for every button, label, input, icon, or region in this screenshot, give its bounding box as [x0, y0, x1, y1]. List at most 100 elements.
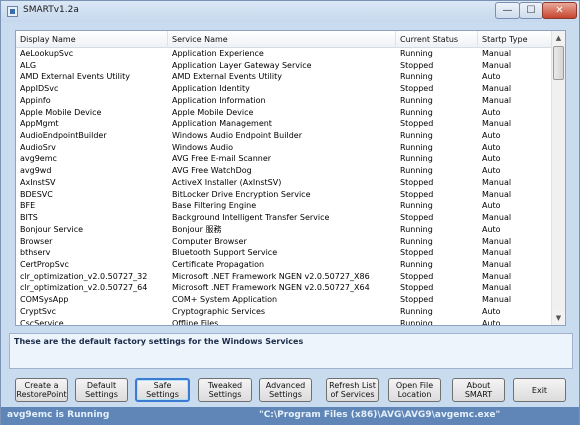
table-row[interactable]: AppMgmt Application Management Stopped Manu…: [16, 118, 552, 130]
cell-service-name: ActiveX Installer (AxInstSV): [172, 177, 282, 187]
column-header-service-name[interactable]: Service Name: [168, 31, 396, 48]
cell-service-name: AVG Free E-mail Scanner: [172, 154, 272, 164]
button-label: About: [466, 381, 491, 390]
cell-current-status: Running: [400, 95, 433, 105]
table-row[interactable]: AMD External Events Utility AMD External …: [16, 71, 552, 83]
cell-startup-type: Manual: [482, 283, 512, 293]
table-row[interactable]: AxInstSV ActiveX Installer (AxInstSV) Stop…: [16, 177, 552, 189]
cell-service-name: Apple Mobile Device: [172, 107, 254, 117]
table-row[interactable]: BFE Base Filtering Engine Running Auto: [16, 200, 552, 212]
cell-current-status: Running: [400, 259, 433, 269]
safe-settings-button[interactable]: Safe Settings: [135, 378, 190, 402]
description-text: These are the default factory settings f…: [9, 333, 573, 369]
scroll-up-icon[interactable]: ▲: [552, 31, 565, 45]
open-file-location-button[interactable]: Open File Location: [388, 378, 441, 402]
button-label: Default: [86, 381, 117, 390]
advanced-settings-button[interactable]: Advanced Settings: [259, 378, 312, 402]
list-header: Display Name Service Name Current Status…: [16, 31, 552, 48]
cell-display-name: bthserv: [20, 248, 51, 258]
status-service-path: "C:\Program Files (x86)\AVG\AVG9\avgemc.…: [259, 410, 501, 420]
table-row[interactable]: clr_optimization_v2.0.50727_32 Microsoft …: [16, 271, 552, 283]
cell-service-name: AMD External Events Utility: [172, 72, 282, 82]
column-header-display-name[interactable]: Display Name: [16, 31, 168, 48]
cell-startup-type: Auto: [482, 72, 501, 82]
window-title: SMARTv1.2a: [23, 5, 79, 15]
cell-startup-type: Auto: [482, 318, 501, 326]
cell-current-status: Stopped: [400, 119, 434, 129]
maximize-button[interactable]: ☐: [519, 2, 543, 19]
cell-service-name: AVG Free WatchDog: [172, 166, 252, 176]
create-restorepoint-button[interactable]: Create a RestorePoint: [15, 378, 68, 402]
cell-display-name: AeLookupSvc: [20, 49, 74, 58]
cell-service-name: Windows Audio Endpoint Builder: [172, 131, 302, 141]
table-row[interactable]: AppIDSvc Application Identity Stopped Manua…: [16, 83, 552, 95]
cell-current-status: Running: [400, 49, 433, 58]
cell-display-name: Bonjour Service: [20, 224, 84, 234]
cell-startup-type: Auto: [482, 306, 501, 316]
cell-display-name: Appinfo: [20, 95, 51, 105]
exit-button[interactable]: Exit: [513, 378, 566, 402]
refresh-list-button[interactable]: Refresh List of Services: [326, 378, 379, 402]
column-header-current-status[interactable]: Current Status: [396, 31, 478, 48]
services-list[interactable]: Display Name Service Name Current Status…: [15, 30, 566, 326]
cell-startup-type: Auto: [482, 131, 501, 141]
minimize-button[interactable]: —: [495, 2, 520, 19]
cell-startup-type: Auto: [482, 224, 501, 234]
title-bar: SMARTv1.2a — ☐ ✕: [1, 1, 579, 22]
status-service-state: avg9emc is Running: [7, 410, 110, 420]
table-row[interactable]: Browser Computer Browser Running Manual: [16, 236, 552, 248]
table-row[interactable]: CscService Offline Files Running Auto: [16, 318, 552, 326]
cell-current-status: Running: [400, 142, 433, 152]
table-row[interactable]: bthserv Bluetooth Support Service Stopped M…: [16, 247, 552, 259]
cell-display-name: BDESVC: [20, 189, 53, 199]
table-row[interactable]: AudioEndpointBuilder Windows Audio Endpoi…: [16, 130, 552, 142]
cell-current-status: Running: [400, 201, 433, 211]
close-button[interactable]: ✕: [542, 2, 577, 19]
table-row[interactable]: BITS Background Intelligent Transfer Serv…: [16, 212, 552, 224]
table-row[interactable]: Apple Mobile Device Apple Mobile Device Ru…: [16, 107, 552, 119]
cell-display-name: BFE: [20, 201, 36, 211]
scroll-thumb[interactable]: [553, 46, 564, 80]
table-row[interactable]: clr_optimization_v2.0.50727_64 Microsoft …: [16, 282, 552, 294]
cell-current-status: Stopped: [400, 271, 434, 281]
table-row[interactable]: ALG Application Layer Gateway Service Stop…: [16, 60, 552, 72]
cell-service-name: Certificate Propagation: [172, 259, 265, 269]
cell-display-name: COMSysApp: [20, 295, 69, 305]
table-row[interactable]: CertPropSvc Certificate Propagation Runnin…: [16, 259, 552, 271]
table-row[interactable]: CryptSvc Cryptographic Services Running Aut…: [16, 306, 552, 318]
table-row[interactable]: avg9wd AVG Free WatchDog Running Auto: [16, 165, 552, 177]
tweaked-settings-button[interactable]: Tweaked Settings: [198, 378, 252, 402]
cell-current-status: Running: [400, 72, 433, 82]
button-label: Exit: [531, 385, 548, 395]
table-row[interactable]: Appinfo Application Information Running Man…: [16, 95, 552, 107]
table-row[interactable]: avg9emc AVG Free E-mail Scanner Running Aut…: [16, 153, 552, 165]
cell-current-status: Stopped: [400, 213, 434, 223]
vertical-scrollbar[interactable]: ▲ ▼: [551, 31, 565, 325]
about-smart-button[interactable]: About SMART: [452, 378, 505, 402]
cell-display-name: Apple Mobile Device: [20, 107, 102, 117]
table-row[interactable]: COMSysApp COM+ System Application Stopped M…: [16, 294, 552, 306]
table-row[interactable]: AudioSrv Windows Audio Running Auto: [16, 142, 552, 154]
column-header-startup-type[interactable]: Startp Type: [478, 31, 552, 48]
table-row[interactable]: BDESVC BitLocker Drive Encryption Service…: [16, 189, 552, 201]
cell-current-status: Running: [400, 224, 433, 234]
scroll-down-icon[interactable]: ▼: [552, 311, 565, 325]
cell-startup-type: Auto: [482, 107, 501, 117]
button-label: Safe Settings: [146, 381, 179, 399]
table-row[interactable]: Bonjour Service Bonjour 服務 Running Auto: [16, 224, 552, 236]
button-label: Location: [397, 390, 432, 399]
cell-current-status: Stopped: [400, 177, 434, 187]
cell-display-name: CryptSvc: [20, 306, 57, 316]
default-settings-button[interactable]: Default Settings: [75, 378, 128, 402]
table-row[interactable]: AeLookupSvc Application Experience Running…: [16, 48, 552, 60]
cell-display-name: avg9wd: [20, 166, 52, 176]
button-label: Settings: [269, 390, 302, 399]
cell-current-status: Running: [400, 166, 433, 176]
cell-service-name: Background Intelligent Transfer Service: [172, 213, 330, 223]
button-label: Settings: [85, 390, 118, 399]
cell-startup-type: Manual: [482, 189, 512, 199]
cell-startup-type: Manual: [482, 177, 512, 187]
cell-startup-type: Manual: [482, 95, 512, 105]
cell-service-name: Microsoft .NET Framework NGEN v2.0.50727…: [172, 271, 370, 281]
cell-current-status: Running: [400, 154, 433, 164]
